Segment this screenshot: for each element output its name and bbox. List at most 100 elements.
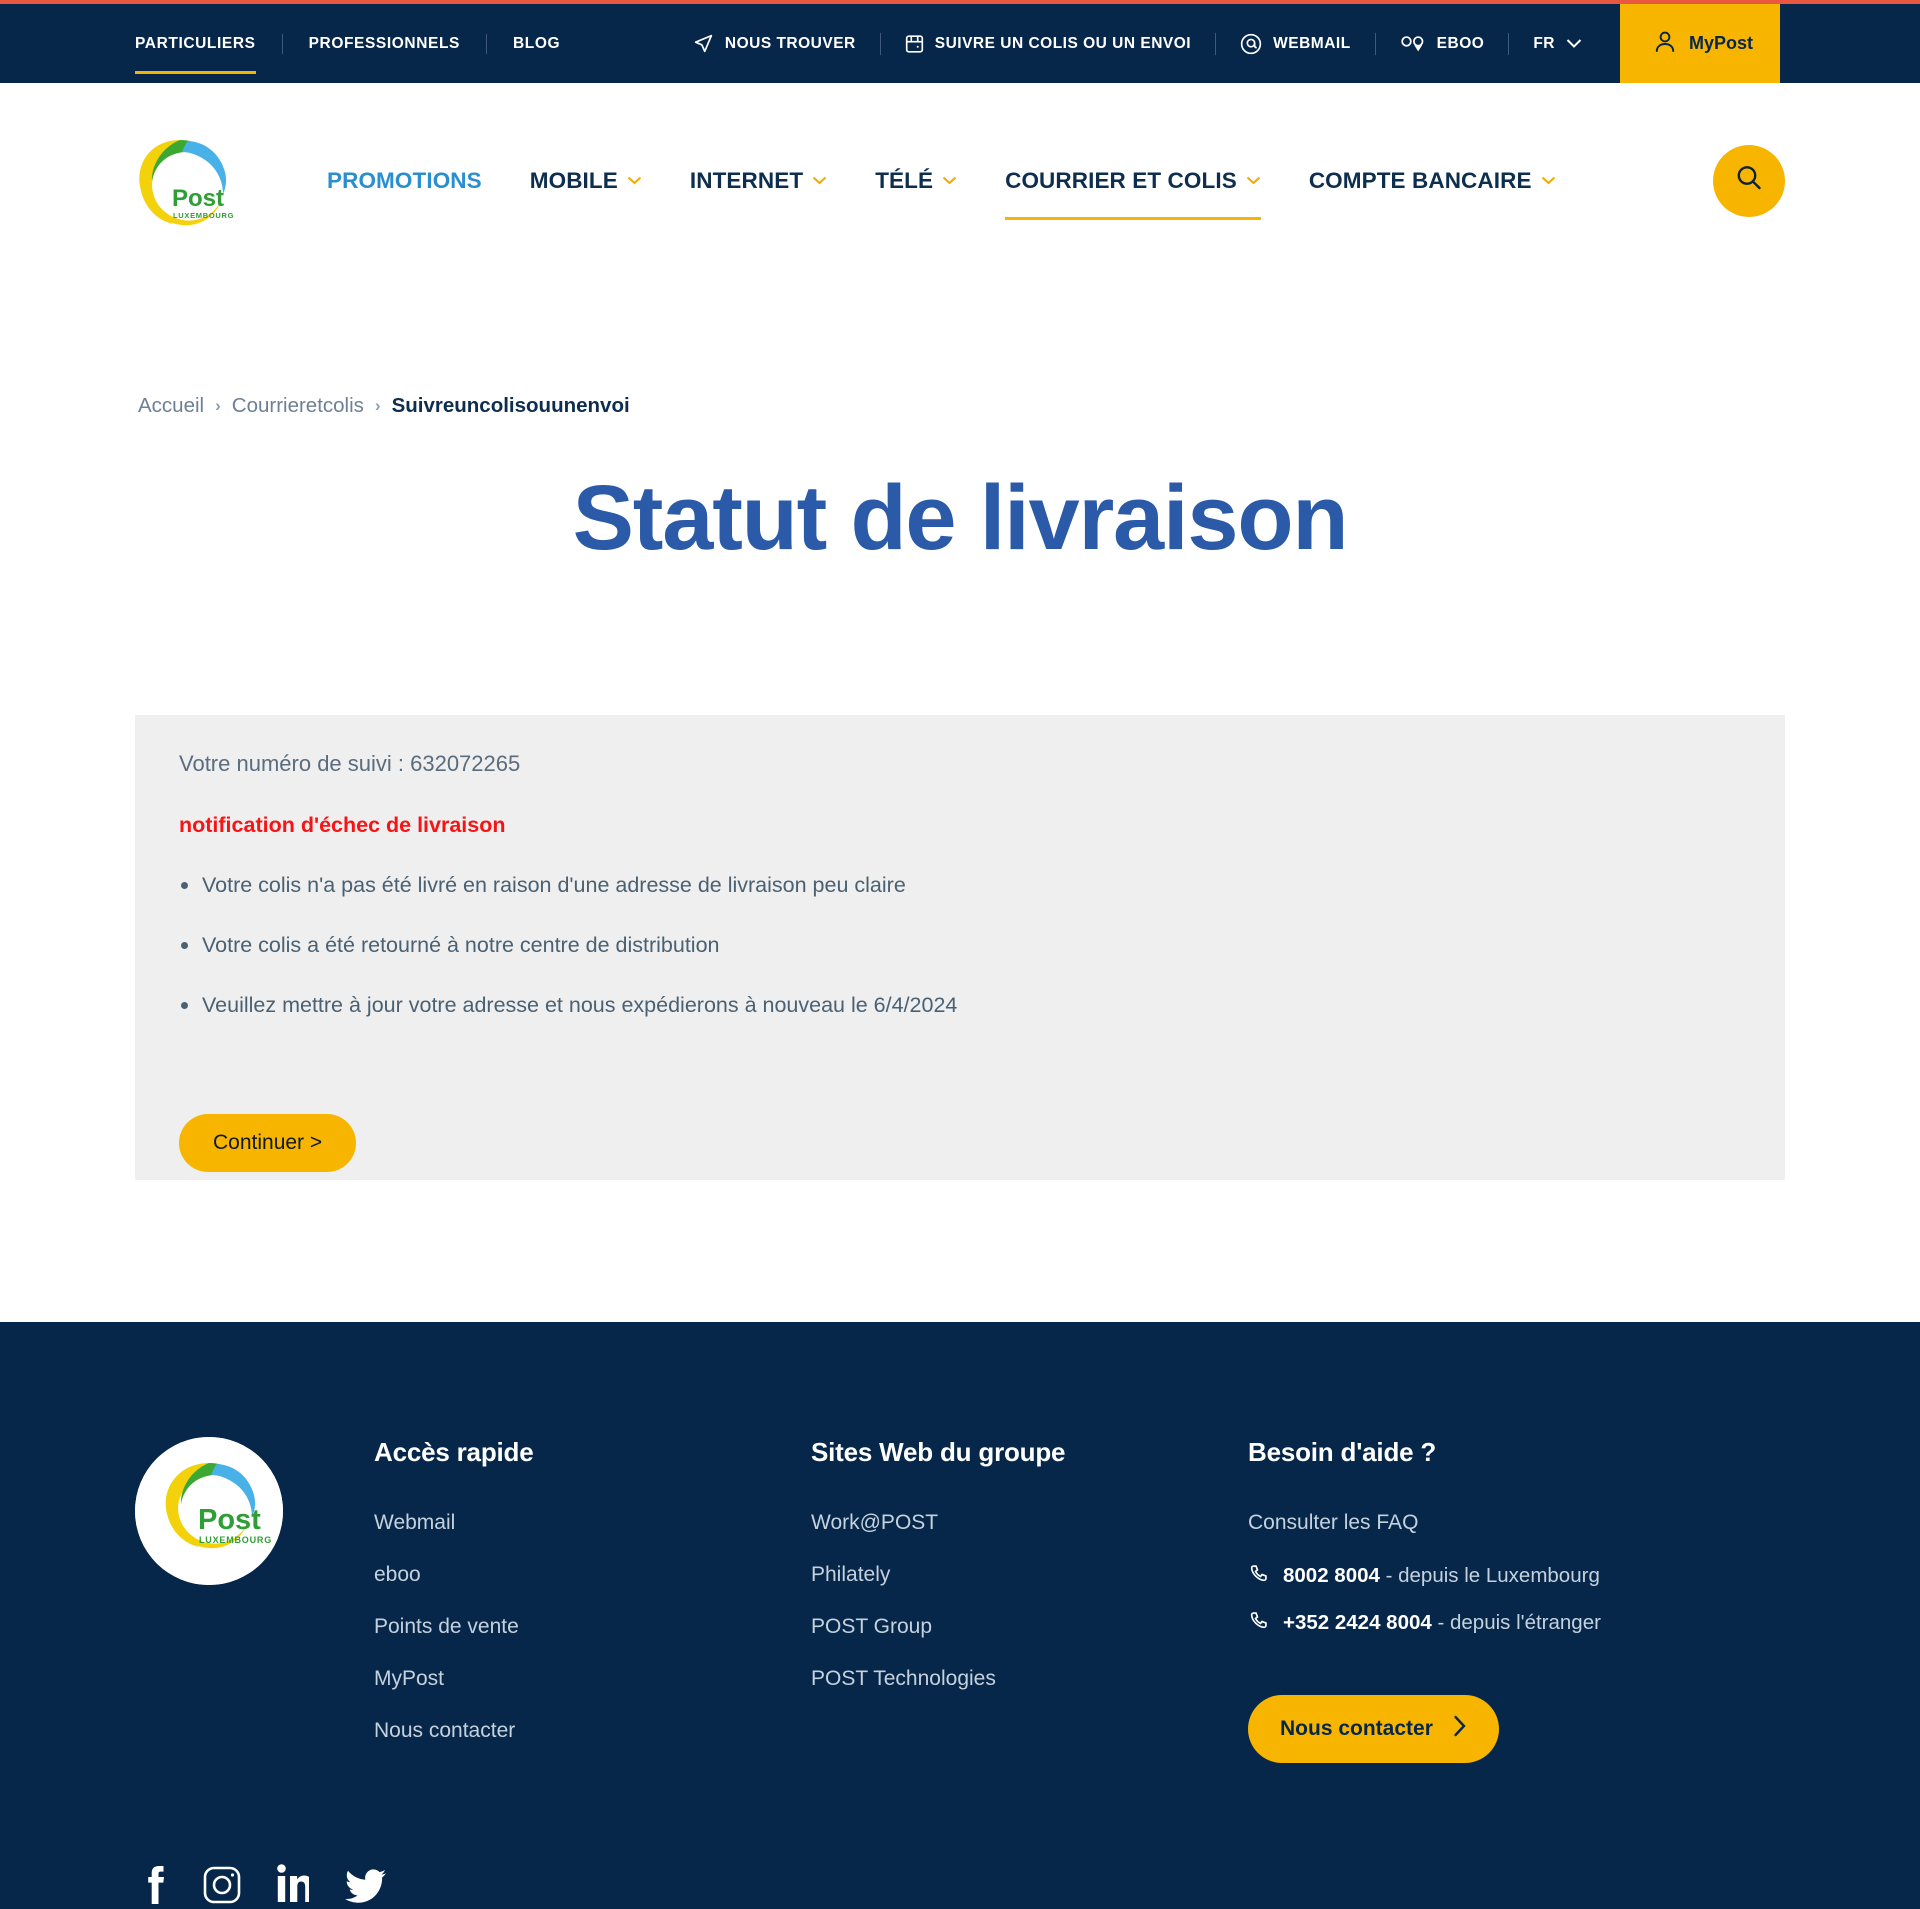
footer-column-group-sites: Sites Web du groupe Work@POST Philately …	[811, 1437, 1248, 1719]
footer-link-points-de-vente[interactable]: Points de vente	[374, 1615, 811, 1639]
nav-item-label: COURRIER ET COLIS	[1005, 167, 1237, 193]
contact-button-label: Nous contacter	[1280, 1716, 1433, 1740]
list-item: Veuillez mettre à jour votre adresse et …	[179, 992, 1763, 1020]
nav-item-tele[interactable]: TÉLÉ	[851, 168, 981, 194]
footer-post-logo[interactable]: Post LUXEMBOURG	[135, 1436, 283, 1585]
main-navigation: Post LUXEMBOURG PROMOTIONS MOBILE INTERN…	[0, 83, 1920, 278]
breadcrumb-item-current: Suivreuncolisouunenvoi	[391, 394, 630, 417]
phone-note: - depuis l'étranger	[1431, 1611, 1601, 1635]
phone-icon	[1248, 1610, 1269, 1637]
footer-link-post-group[interactable]: POST Group	[811, 1615, 1248, 1639]
linkedin-icon[interactable]	[277, 1863, 313, 1909]
utility-link-label: SUIVRE UN COLIS OU UN ENVOI	[934, 34, 1192, 52]
footer-column-help: Besoin d'aide ? Consulter les FAQ 8002 8…	[1248, 1437, 1601, 1763]
nav-item-internet[interactable]: INTERNET	[666, 168, 851, 194]
topbar-link-blog[interactable]: BLOG	[487, 35, 586, 53]
footer-link-webmail[interactable]: Webmail	[374, 1511, 811, 1535]
search-icon	[1734, 163, 1764, 198]
footer-link-philately[interactable]: Philately	[811, 1563, 1248, 1587]
svg-text:Post: Post	[172, 185, 224, 212]
chevron-down-icon	[942, 173, 957, 188]
nav-item-label: TÉLÉ	[875, 167, 934, 193]
footer-link-eboo[interactable]: eboo	[374, 1563, 811, 1587]
contact-us-button[interactable]: Nous contacter	[1248, 1694, 1499, 1763]
footer-link-mypost[interactable]: MyPost	[374, 1667, 811, 1691]
breadcrumb-separator-icon: ›	[374, 396, 381, 415]
nav-item-promotions[interactable]: PROMOTIONS	[303, 168, 506, 194]
utility-link-label: NOUS TROUVER	[724, 34, 856, 52]
search-button[interactable]	[1713, 144, 1785, 217]
chevron-down-icon	[1541, 173, 1556, 188]
site-footer: Post LUXEMBOURG Accès rapide Webmail ebo…	[0, 1321, 1920, 1909]
tracking-number-label: Votre numéro de suivi : 632072265	[179, 750, 521, 776]
svg-text:LUXEMBOURG: LUXEMBOURG	[173, 211, 233, 220]
social-links	[135, 1863, 1785, 1909]
topbar-link-label: PARTICULIERS	[135, 34, 256, 52]
breadcrumb-item-accueil[interactable]: Accueil	[138, 394, 204, 418]
topbar-link-professionnels[interactable]: PROFESSIONNELS	[283, 35, 486, 53]
audience-nav: PARTICULIERS PROFESSIONNELS BLOG	[0, 4, 586, 83]
footer-heading-quick-access: Accès rapide	[374, 1436, 534, 1467]
phone-row-luxembourg[interactable]: 8002 8004 - depuis le Luxembourg	[1248, 1563, 1601, 1590]
card-content: Votre numéro de suivi : 632072265 notifi…	[135, 751, 1785, 1172]
user-icon	[1654, 30, 1676, 58]
phone-number: 8002 8004	[1283, 1564, 1380, 1588]
svg-text:Post: Post	[198, 1504, 261, 1536]
continue-button[interactable]: Continuer >	[179, 1113, 357, 1172]
primary-nav-list: PROMOTIONS MOBILE INTERNET TÉLÉ COURRIER…	[303, 167, 1580, 220]
instagram-icon[interactable]	[203, 1864, 241, 1909]
phone-number-text: 8002 8004 - depuis le Luxembourg	[1283, 1564, 1600, 1588]
footer-link-faq[interactable]: Consulter les FAQ	[1248, 1511, 1601, 1535]
breadcrumb-item-courrieretcolis[interactable]: Courrieretcolis	[232, 394, 364, 418]
footer-link-post-technologies[interactable]: POST Technologies	[811, 1667, 1248, 1691]
parcel-icon	[905, 33, 924, 55]
phone-note: - depuis le Luxembourg	[1379, 1564, 1600, 1588]
twitter-icon[interactable]	[345, 1864, 387, 1909]
delivery-status-card: Votre numéro de suivi : 632072265 notifi…	[135, 714, 1785, 1180]
utility-link-webmail[interactable]: WEBMAIL	[1216, 33, 1375, 55]
footer-column-quick-access: Accès rapide Webmail eboo Points de vent…	[374, 1437, 811, 1771]
topbar-link-label: PROFESSIONNELS	[308, 34, 460, 52]
language-selector[interactable]: FR	[1509, 35, 1606, 53]
eboo-icon	[1400, 35, 1426, 53]
mypost-button[interactable]: MyPost	[1620, 4, 1780, 83]
nav-item-courrier-et-colis[interactable]: COURRIER ET COLIS	[981, 167, 1285, 220]
phone-row-international[interactable]: +352 2424 8004 - depuis l'étranger	[1248, 1610, 1601, 1637]
location-arrow-icon	[693, 33, 714, 54]
mypost-label: MyPost	[1689, 33, 1754, 53]
svg-text:LUXEMBOURG: LUXEMBOURG	[199, 1535, 272, 1545]
post-logo[interactable]: Post LUXEMBOURG	[128, 128, 233, 233]
page-title: Statut de livraison	[572, 467, 1349, 569]
at-sign-icon	[1240, 33, 1262, 55]
language-label: FR	[1533, 34, 1555, 52]
utility-link-label: WEBMAIL	[1273, 34, 1351, 52]
nav-item-label: INTERNET	[689, 167, 804, 193]
breadcrumb-separator-icon: ›	[215, 396, 221, 415]
chevron-right-icon	[1453, 1715, 1467, 1743]
utility-link-suivre-colis[interactable]: SUIVRE UN COLIS OU UN ENVOI	[881, 33, 1215, 55]
facebook-icon[interactable]	[143, 1864, 167, 1909]
status-badge: notification d'échec de livraison	[179, 812, 506, 837]
nav-item-label: MOBILE	[529, 167, 618, 193]
footer-heading-help: Besoin d'aide ?	[1248, 1436, 1437, 1467]
utility-nav-group: NOUS TROUVER SUIVRE UN COLIS OU UN ENVOI	[669, 4, 1606, 83]
topbar-link-label: BLOG	[512, 34, 561, 52]
utility-link-nous-trouver[interactable]: NOUS TROUVER	[669, 33, 880, 54]
phone-number: +352 2424 8004	[1283, 1611, 1432, 1635]
nav-item-label: COMPTE BANCAIRE	[1308, 167, 1532, 193]
chevron-down-icon	[627, 173, 642, 188]
nav-item-label: PROMOTIONS	[327, 167, 482, 193]
nav-item-compte-bancaire[interactable]: COMPTE BANCAIRE	[1285, 168, 1580, 194]
top-utility-bar: PARTICULIERS PROFESSIONNELS BLOG NOUS TR…	[0, 0, 1920, 83]
utility-nav: NOUS TROUVER SUIVRE UN COLIS OU UN ENVOI	[669, 4, 1920, 83]
nav-item-mobile[interactable]: MOBILE	[506, 168, 666, 194]
status-details-list: Votre colis n'a pas été livré en raison …	[157, 872, 1763, 1020]
footer-link-work-at-post[interactable]: Work@POST	[811, 1511, 1248, 1535]
utility-link-eboo[interactable]: EBOO	[1376, 35, 1509, 53]
list-item: Votre colis n'a pas été livré en raison …	[179, 872, 1763, 900]
footer-link-nous-contacter[interactable]: Nous contacter	[374, 1719, 811, 1743]
topbar-link-particuliers[interactable]: PARTICULIERS	[135, 34, 282, 74]
chevron-down-icon	[1566, 38, 1582, 49]
list-item: Votre colis a été retourné à notre centr…	[179, 932, 1763, 960]
